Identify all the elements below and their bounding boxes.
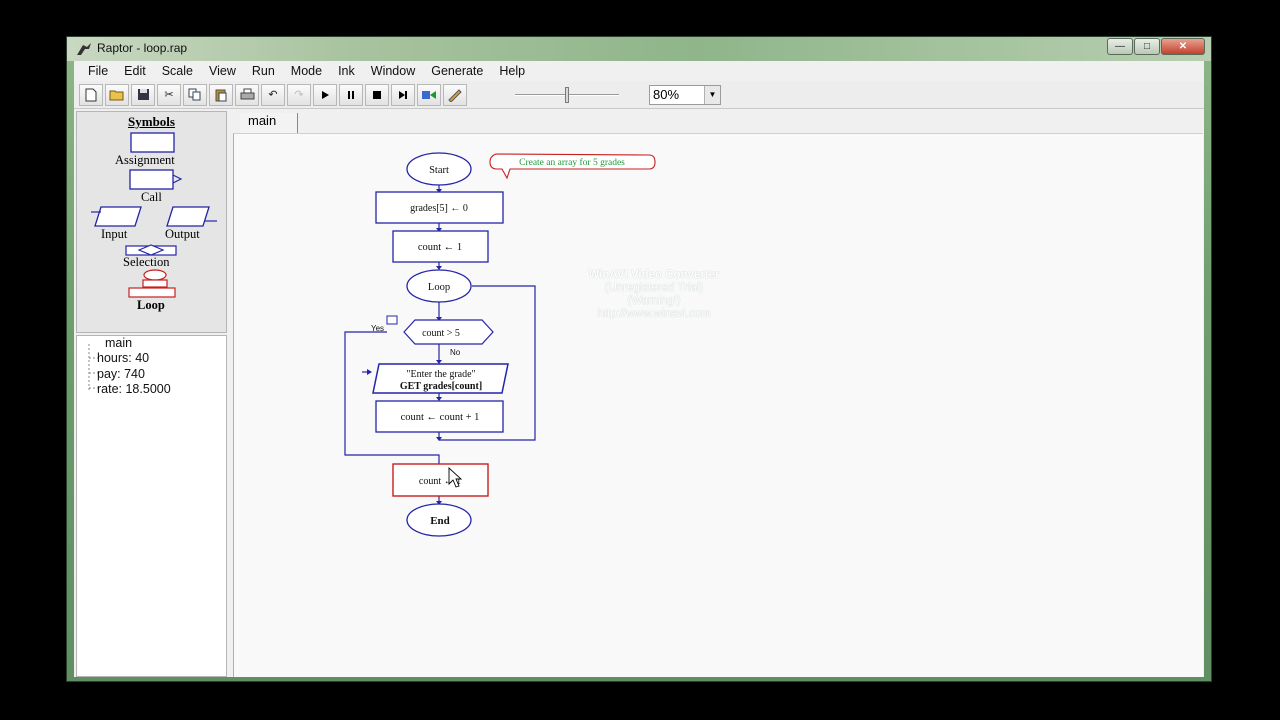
stop-icon[interactable] [365, 83, 389, 106]
input-prompt-text: "Enter the grade" [406, 369, 475, 380]
variable-hours[interactable]: hours: 40 [97, 351, 149, 365]
tab-main[interactable]: main [240, 113, 298, 133]
flowchart-canvas[interactable]: Start Create an array for 5 grades grade… [233, 133, 1203, 677]
comment-text: Create an array for 5 grades [519, 157, 625, 168]
input-symbol[interactable] [91, 205, 145, 229]
input-get-text: GET grades[count] [400, 381, 482, 392]
variables-root[interactable]: main [105, 336, 132, 350]
step-icon[interactable] [391, 83, 415, 106]
menu-edit[interactable]: Edit [116, 64, 154, 78]
menu-bar: File Edit Scale View Run Mode Ink Window… [74, 61, 1204, 81]
raptor-window: Raptor - loop.rap — □ ✕ File Edit Scale … [66, 36, 1212, 682]
toolbar: ✂ ↶ ↷ 80% ▼ [74, 81, 1204, 109]
new-file-icon[interactable] [79, 83, 103, 106]
menu-view[interactable]: View [201, 64, 244, 78]
menu-file[interactable]: File [80, 64, 116, 78]
menu-window[interactable]: Window [363, 64, 423, 78]
input-label: Input [101, 227, 128, 241]
watermark-line-2: (Unregistered Trial) [604, 282, 704, 294]
tab-bar: main [234, 111, 1204, 133]
breakpoint-marker[interactable] [386, 315, 398, 325]
redo-icon[interactable]: ↷ [287, 83, 311, 106]
assign2-text: count ← 1 [418, 242, 462, 253]
zoom-dropdown[interactable]: 80% ▼ [649, 84, 721, 105]
watermark-line-4: http://www.winavi.com [597, 308, 711, 320]
cut-icon[interactable]: ✂ [157, 83, 181, 106]
condition-text: count > 5 [422, 328, 460, 339]
step-into-icon[interactable] [417, 83, 441, 106]
zoom-value: 80% [653, 87, 680, 102]
selection-label: Selection [123, 255, 170, 269]
call-symbol[interactable] [129, 169, 187, 191]
title-bar[interactable]: Raptor - loop.rap — □ ✕ [67, 37, 1211, 61]
minimize-button[interactable]: — [1107, 38, 1133, 55]
print-icon[interactable] [235, 83, 259, 106]
no-label: No [450, 348, 461, 357]
app-client-area: File Edit Scale View Run Mode Ink Window… [74, 61, 1204, 677]
variable-pay[interactable]: pay: 740 [97, 367, 145, 381]
assign1-text: grades[5] ← 0 [410, 203, 468, 214]
symbols-title: Symbols [128, 114, 175, 129]
output-symbol[interactable] [163, 205, 219, 229]
menu-help[interactable]: Help [491, 64, 533, 78]
variable-rate[interactable]: rate: 18.5000 [97, 382, 171, 396]
end-label: End [430, 515, 450, 527]
assignment-label: Assignment [115, 153, 175, 167]
loop-text: Loop [428, 282, 450, 293]
copy-icon[interactable] [183, 83, 207, 106]
watermark-line-3: (Warning!) [627, 295, 681, 307]
menu-ink[interactable]: Ink [330, 64, 363, 78]
assignment-symbol[interactable] [130, 132, 176, 154]
watermark: WinAVI Video Converter (Unregistered Tri… [554, 269, 754, 321]
variables-panel: main hours: 40 pay: 740 rate: 18.5000 [76, 335, 227, 677]
start-label: Start [429, 165, 449, 176]
save-icon[interactable] [131, 83, 155, 106]
zoom-slider[interactable] [507, 84, 627, 106]
play-icon[interactable] [313, 83, 337, 106]
yes-label: Yes [371, 324, 384, 333]
undo-icon[interactable]: ↶ [261, 83, 285, 106]
call-label: Call [141, 190, 162, 204]
open-folder-icon[interactable] [105, 83, 129, 106]
symbols-panel: Symbols Assignment Call Input Output Sel… [76, 111, 227, 333]
menu-scale[interactable]: Scale [154, 64, 201, 78]
window-title: Raptor - loop.rap [97, 41, 188, 55]
menu-generate[interactable]: Generate [423, 64, 491, 78]
flowchart: Start Create an array for 5 grades grade… [344, 152, 656, 537]
zoom-slider-thumb[interactable] [565, 86, 569, 103]
watermark-line-1: WinAVI Video Converter [588, 269, 720, 281]
loop-label: Loop [137, 298, 165, 312]
menu-run[interactable]: Run [244, 64, 283, 78]
menu-mode[interactable]: Mode [283, 64, 330, 78]
output-label: Output [165, 227, 200, 241]
pause-icon[interactable] [339, 83, 363, 106]
close-button[interactable]: ✕ [1161, 38, 1205, 55]
raptor-app-icon [77, 43, 91, 55]
pen-icon[interactable] [443, 83, 467, 106]
maximize-button[interactable]: □ [1134, 38, 1160, 55]
loop-symbol[interactable] [127, 269, 181, 299]
chevron-down-icon[interactable]: ▼ [704, 85, 720, 104]
increment-text: count ← count + 1 [401, 412, 480, 423]
paste-icon[interactable] [209, 83, 233, 106]
